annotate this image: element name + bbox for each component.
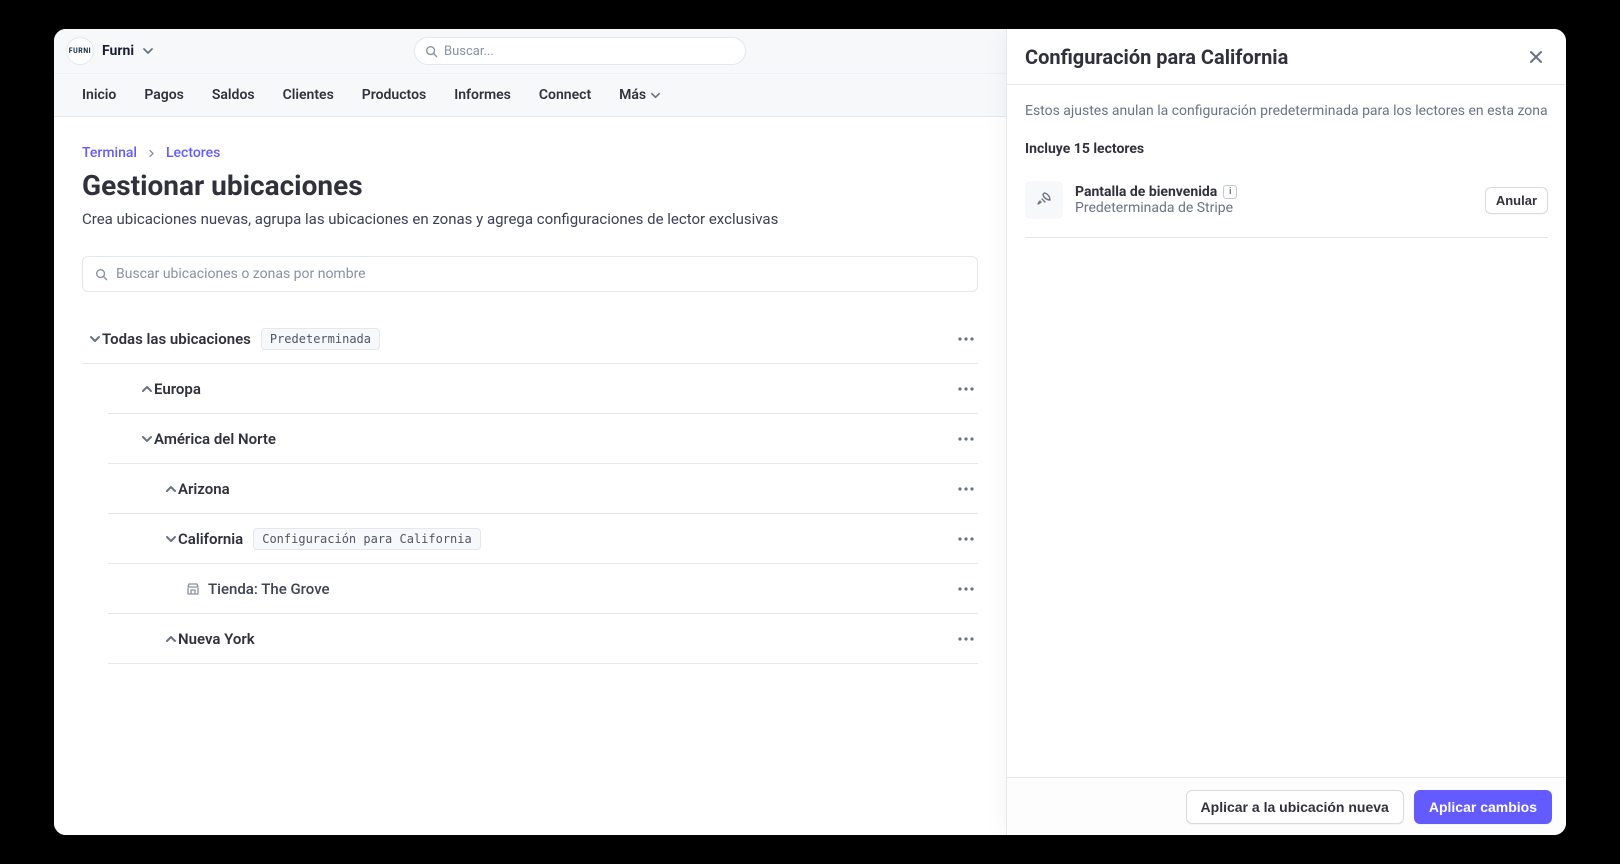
- chevron-down-icon: [164, 533, 178, 545]
- tree-california-label: California: [178, 530, 243, 548]
- nav-more[interactable]: Más: [619, 87, 661, 103]
- nav-productos[interactable]: Productos: [362, 87, 426, 103]
- tree-row-all[interactable]: Todas las ubicaciones Predeterminada: [82, 314, 978, 364]
- account-switcher[interactable]: FURNI Furni: [66, 37, 154, 65]
- panel-header: Configuración para California: [1007, 29, 1566, 85]
- tree-arizona-label: Arizona: [178, 480, 230, 498]
- tree-row-europe[interactable]: Europa: [108, 364, 978, 414]
- tree-ny-label: Nueva York: [178, 630, 255, 648]
- panel-subtitle: Incluye 15 lectores: [1025, 141, 1548, 157]
- breadcrumb-lectores[interactable]: Lectores: [166, 145, 220, 161]
- setting-subtitle: Predeterminada de Stripe: [1075, 200, 1473, 216]
- panel-footer: Aplicar a la ubicación nueva Aplicar cam…: [1007, 777, 1566, 835]
- search-icon: [425, 45, 438, 58]
- tree-row-arizona[interactable]: Arizona: [108, 464, 978, 514]
- search-icon: [95, 268, 108, 281]
- brand-name: Furni: [102, 43, 134, 59]
- search-wrap: Buscar...: [166, 37, 994, 65]
- panel-description: Estos ajustes anulan la configuración pr…: [1025, 103, 1548, 119]
- breadcrumb-terminal[interactable]: Terminal: [82, 145, 137, 161]
- main-column: FURNI Furni Buscar... Inicio Pagos Saldo…: [54, 29, 1006, 835]
- tree-row-california[interactable]: California Configuración para California: [108, 514, 978, 564]
- breadcrumb: Terminal Lectores: [82, 145, 978, 161]
- brand-logo: FURNI: [66, 37, 94, 65]
- chevron-down-icon: [650, 90, 661, 101]
- store-icon: [186, 582, 200, 596]
- tree-grove-label: Tienda: The Grove: [208, 580, 330, 598]
- chevron-up-icon: [140, 383, 154, 395]
- content: Terminal Lectores Gestionar ubicaciones …: [54, 117, 1006, 835]
- page-title: Gestionar ubicaciones: [82, 169, 978, 202]
- apply-changes-button[interactable]: Aplicar cambios: [1414, 790, 1552, 824]
- close-icon[interactable]: [1524, 45, 1548, 69]
- location-filter-placeholder: Buscar ubicaciones o zonas por nombre: [116, 266, 366, 282]
- apply-new-location-button[interactable]: Aplicar a la ubicación nueva: [1186, 790, 1404, 824]
- tree-row-ny[interactable]: Nueva York: [108, 614, 978, 664]
- more-icon[interactable]: [954, 583, 978, 595]
- chevron-up-icon: [164, 633, 178, 645]
- page-subtitle: Crea ubicaciones nuevas, agrupa las ubic…: [82, 210, 978, 228]
- rocket-icon: [1025, 181, 1063, 219]
- default-badge: Predeterminada: [261, 328, 380, 350]
- location-filter-input[interactable]: Buscar ubicaciones o zonas por nombre: [82, 256, 978, 292]
- more-icon[interactable]: [954, 333, 978, 345]
- more-icon[interactable]: [954, 433, 978, 445]
- nav-inicio[interactable]: Inicio: [82, 87, 116, 103]
- tree-row-na[interactable]: América del Norte: [108, 414, 978, 464]
- more-icon[interactable]: [954, 483, 978, 495]
- panel-body: Estos ajustes anulan la configuración pr…: [1007, 85, 1566, 777]
- chevron-down-icon: [88, 333, 102, 345]
- setting-splash-screen: Pantalla de bienvenida i Predeterminada …: [1025, 171, 1548, 238]
- nav-connect[interactable]: Connect: [539, 87, 591, 103]
- more-icon[interactable]: [954, 533, 978, 545]
- nav-clientes[interactable]: Clientes: [283, 87, 334, 103]
- chevron-up-icon: [164, 483, 178, 495]
- tree-row-grove[interactable]: Tienda: The Grove: [108, 564, 978, 614]
- search-input[interactable]: Buscar...: [414, 37, 746, 65]
- search-placeholder: Buscar...: [444, 44, 494, 59]
- chevron-down-icon: [140, 433, 154, 445]
- tree-europe-label: Europa: [154, 380, 201, 398]
- tree-na-label: América del Norte: [154, 430, 276, 448]
- tree-all-label: Todas las ubicaciones: [102, 330, 251, 348]
- side-panel: Configuración para California Estos ajus…: [1006, 29, 1566, 835]
- setting-title-text: Pantalla de bienvenida: [1075, 184, 1217, 200]
- override-button[interactable]: Anular: [1485, 187, 1548, 214]
- nav-informes[interactable]: Informes: [454, 87, 511, 103]
- info-icon[interactable]: i: [1223, 185, 1237, 199]
- nav-saldos[interactable]: Saldos: [212, 87, 255, 103]
- more-icon[interactable]: [954, 633, 978, 645]
- app-frame: FURNI Furni Buscar... Inicio Pagos Saldo…: [54, 29, 1566, 835]
- nav-pagos[interactable]: Pagos: [144, 87, 184, 103]
- config-badge: Configuración para California: [253, 528, 481, 550]
- chevron-down-icon: [142, 45, 154, 57]
- nav-more-label: Más: [619, 87, 646, 103]
- more-icon[interactable]: [954, 383, 978, 395]
- panel-title: Configuración para California: [1025, 45, 1524, 69]
- chevron-right-icon: [147, 149, 156, 158]
- navbar: Inicio Pagos Saldos Clientes Productos I…: [54, 73, 1006, 117]
- topbar: FURNI Furni Buscar...: [54, 29, 1006, 73]
